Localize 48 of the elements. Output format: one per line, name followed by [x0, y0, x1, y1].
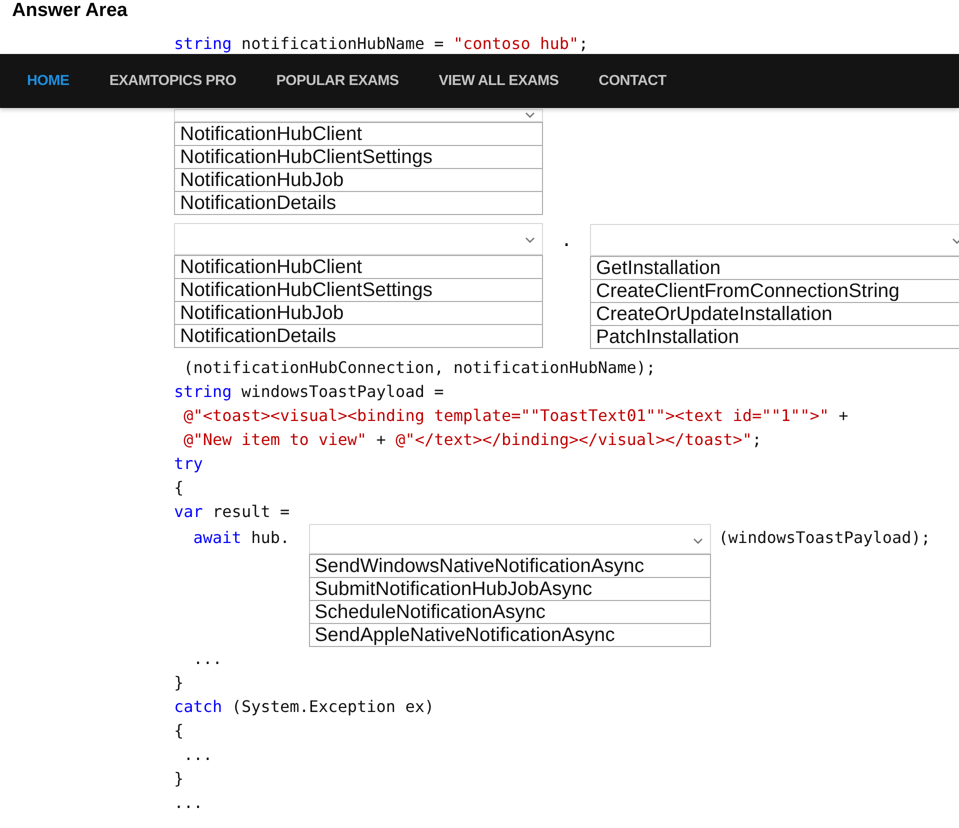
code-line: } — [174, 672, 184, 694]
dropdown-option[interactable]: PatchInstallation — [591, 325, 959, 348]
dropdown-option[interactable]: SendAppleNativeNotificationAsync — [310, 623, 710, 646]
code-line: string notificationHubName = "contoso hub"; — [174, 34, 588, 53]
dropdown-option[interactable]: NotificationHubClient — [175, 255, 542, 278]
code-line: (notificationHubConnection, notificationHubName); — [182, 357, 656, 379]
code-line: try — [174, 453, 203, 475]
chevron-down-icon — [692, 538, 703, 544]
dropdown-option[interactable]: ScheduleNotificationAsync — [310, 600, 710, 623]
code-line: var result = — [174, 501, 290, 523]
dropdown-option[interactable]: NotificationHubJob — [175, 301, 542, 324]
nav-link[interactable]: HOME — [27, 73, 70, 89]
code-line: } — [174, 768, 184, 790]
dropdown-option[interactable]: NotificationHubJob — [175, 168, 542, 191]
nav-link[interactable]: EXAMTOPICS PRO — [109, 73, 236, 89]
dropdown-option[interactable]: GetInstallation — [591, 256, 959, 279]
code-line: string windowsToastPayload = — [174, 381, 444, 403]
code-line: { — [174, 720, 184, 742]
code-line: ... — [182, 744, 213, 766]
dropdown-option[interactable]: CreateOrUpdateInstallation — [591, 302, 959, 325]
code-line: ... — [192, 648, 222, 670]
chevron-down-icon — [952, 238, 959, 244]
dropdown-option[interactable]: NotificationHubClientSettings — [175, 145, 542, 168]
answer-area-title: Answer Area — [11, 0, 128, 23]
dropdown[interactable] — [174, 109, 543, 122]
dropdown-option[interactable]: NotificationHubClientSettings — [175, 278, 542, 301]
dropdown-option[interactable]: CreateClientFromConnectionString — [591, 279, 959, 302]
nav-link[interactable]: POPULAR EXAMS — [276, 73, 399, 89]
nav-link[interactable]: VIEW ALL EXAMS — [438, 73, 559, 89]
code-line: ... — [174, 792, 203, 814]
dropdown-option[interactable]: NotificationDetails — [175, 191, 542, 214]
code-line: @"New item to view" + @"</text></binding></visual></toast>"; — [182, 429, 762, 451]
dropdown[interactable] — [174, 223, 543, 255]
dropdown[interactable] — [590, 224, 959, 256]
chevron-down-icon — [525, 237, 535, 243]
code-line: @"<toast><visual><binding template=""ToastText01""><text id=""1"">" + — [182, 405, 848, 427]
code-line: await hub. — [192, 527, 290, 549]
code-line: (windowsToastPayload); — [718, 527, 931, 549]
code-line: { — [174, 477, 184, 499]
code-line: catch (System.Exception ex) — [174, 696, 434, 718]
dot-separator: . — [560, 229, 573, 253]
dropdown-option[interactable]: NotificationHubClient — [175, 122, 542, 145]
dropdown-option[interactable]: SubmitNotificationHubJobAsync — [310, 577, 710, 600]
chevron-down-icon — [525, 112, 535, 118]
dropdown-option[interactable]: NotificationDetails — [175, 324, 542, 347]
dropdown-option[interactable]: SendWindowsNativeNotificationAsync — [310, 554, 710, 577]
nav-link[interactable]: CONTACT — [598, 73, 666, 89]
dropdown[interactable] — [308, 524, 711, 554]
